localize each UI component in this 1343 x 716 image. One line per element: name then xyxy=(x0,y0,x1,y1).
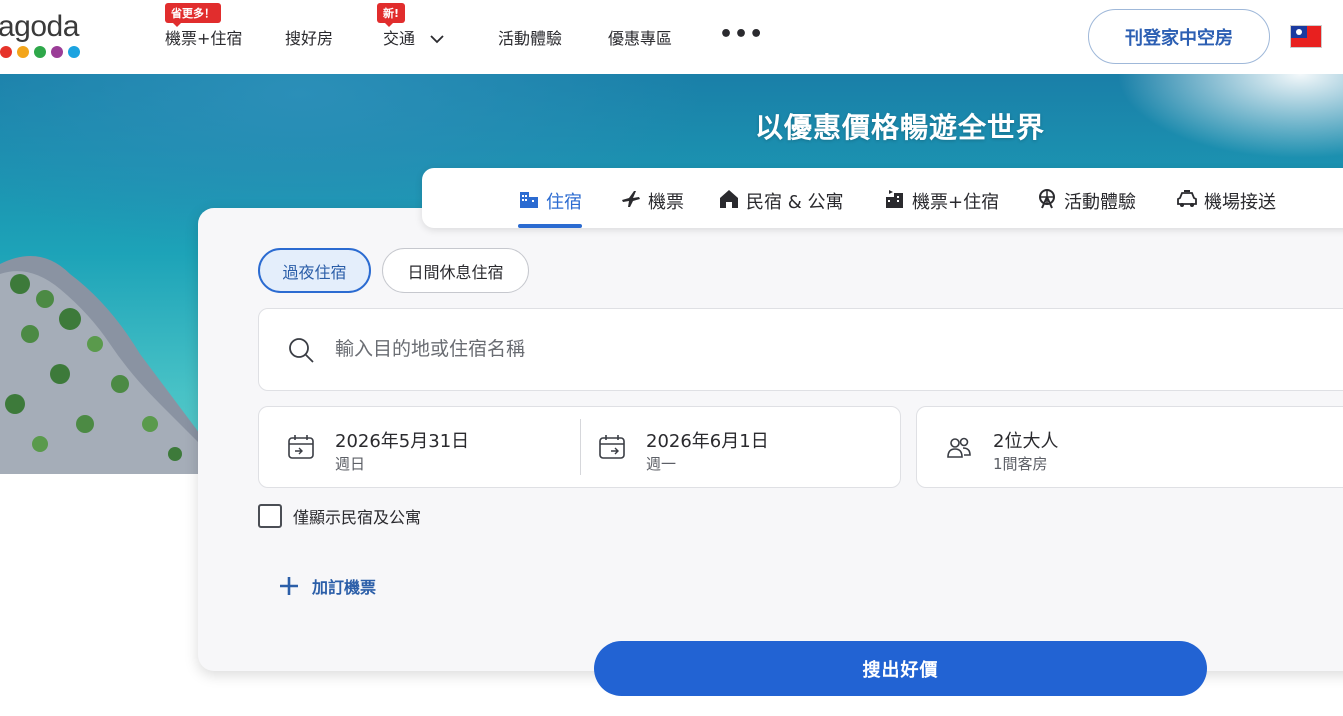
checkin-date-field[interactable]: 2026年5月31日 週日 xyxy=(259,407,579,487)
tab-homes[interactable]: 民宿 & 公寓 xyxy=(718,180,843,228)
add-flight-button[interactable]: 加訂機票 xyxy=(278,574,376,598)
calendar-checkout-icon xyxy=(599,435,625,459)
nav-item-activities[interactable]: 活動體驗 xyxy=(498,25,562,49)
tab-label: 機票+住宿 xyxy=(912,192,1000,213)
logo-dots xyxy=(0,46,80,58)
checkin-weekday: 週日 xyxy=(335,455,366,473)
logo-dot xyxy=(17,46,29,58)
logo-dot xyxy=(0,46,12,58)
hotel-building-icon xyxy=(520,192,538,208)
tab-flights[interactable]: 機票 xyxy=(620,180,684,228)
plus-icon xyxy=(280,577,298,595)
guests-icon xyxy=(947,437,971,458)
checkout-weekday: 週一 xyxy=(646,455,677,473)
checkout-date-field[interactable]: 2026年6月1日 週一 xyxy=(570,407,900,487)
nav-item-transport[interactable]: 交通 xyxy=(383,25,444,49)
tab-airport-transfer[interactable]: 機場接送 xyxy=(1176,180,1276,228)
search-panel: 過夜住宿 日間休息住宿 2026年5月31日 週日 2026年6月1日 週一 2… xyxy=(198,208,1343,671)
homes-only-checkbox[interactable] xyxy=(258,504,282,528)
overnight-stay-toggle[interactable]: 過夜住宿 xyxy=(258,248,371,293)
nav-badge-new: 新! xyxy=(377,3,406,27)
list-property-button[interactable]: 刊登家中空房 xyxy=(1088,9,1270,64)
top-header: agoda 省更多！ 機票+住宿 搜好房 新! 交通 活動體驗 優惠專區 •••… xyxy=(0,0,1343,74)
checkin-date: 2026年5月31日 xyxy=(335,431,470,452)
flight-hotel-icon xyxy=(886,190,903,208)
taiwan-flag-icon[interactable] xyxy=(1290,25,1322,48)
tab-label: 機場接送 xyxy=(1204,192,1276,213)
nav-item-deals[interactable]: 優惠專區 xyxy=(608,25,672,49)
search-submit-button[interactable]: 搜出好價 xyxy=(594,641,1207,696)
tab-hotels[interactable]: 住宿 xyxy=(518,180,582,228)
guests-field[interactable]: 2位大人 1間客房 xyxy=(916,406,1343,488)
day-use-stay-toggle[interactable]: 日間休息住宿 xyxy=(382,248,529,293)
checkout-date: 2026年6月1日 xyxy=(646,431,769,452)
nav-item-flight-hotel[interactable]: 機票+住宿 xyxy=(165,25,242,49)
homes-only-filter[interactable]: 僅顯示民宿及公寓 xyxy=(258,504,421,528)
tab-label: 住宿 xyxy=(546,192,582,213)
agoda-logo[interactable]: agoda xyxy=(0,10,100,66)
destination-field[interactable] xyxy=(258,308,1343,391)
logo-text: agoda xyxy=(0,10,79,43)
tab-label: 活動體驗 xyxy=(1064,192,1136,213)
house-icon xyxy=(720,190,738,208)
ferris-wheel-icon xyxy=(1039,189,1055,209)
chevron-down-icon xyxy=(430,35,444,44)
guests-count: 2位大人 xyxy=(993,431,1059,452)
nav-item-find-hotels[interactable]: 搜好房 xyxy=(285,25,333,49)
nav-item-transport-label: 交通 xyxy=(383,29,416,48)
product-tabs: 住宿 機票 民宿 & 公寓 機票+住宿 活動體驗 機場接送 xyxy=(422,168,1343,228)
hero-title: 以優惠價格暢遊全世界 xyxy=(754,111,1045,144)
tab-activities[interactable]: 活動體驗 xyxy=(1036,180,1136,228)
logo-dot xyxy=(34,46,46,58)
logo-dot xyxy=(68,46,80,58)
logo-dot xyxy=(51,46,63,58)
tab-label: 機票 xyxy=(648,192,684,213)
car-icon xyxy=(1177,190,1197,207)
add-flight-label: 加訂機票 xyxy=(312,578,377,597)
nav-badge-save-more: 省更多！ xyxy=(165,3,221,27)
homes-only-label: 僅顯示民宿及公寓 xyxy=(293,508,422,527)
destination-input[interactable] xyxy=(335,333,1235,365)
tab-flight-hotel[interactable]: 機票+住宿 xyxy=(884,180,999,228)
more-menu-icon[interactable]: ••• xyxy=(719,22,764,47)
calendar-checkin-icon xyxy=(288,435,314,459)
rooms-count: 1間客房 xyxy=(993,455,1048,473)
search-icon xyxy=(289,338,314,363)
date-range-field: 2026年5月31日 週日 2026年6月1日 週一 xyxy=(258,406,901,488)
airplane-icon xyxy=(622,191,640,207)
tab-label: 民宿 & 公寓 xyxy=(746,192,844,213)
island-rock-image xyxy=(0,256,200,474)
